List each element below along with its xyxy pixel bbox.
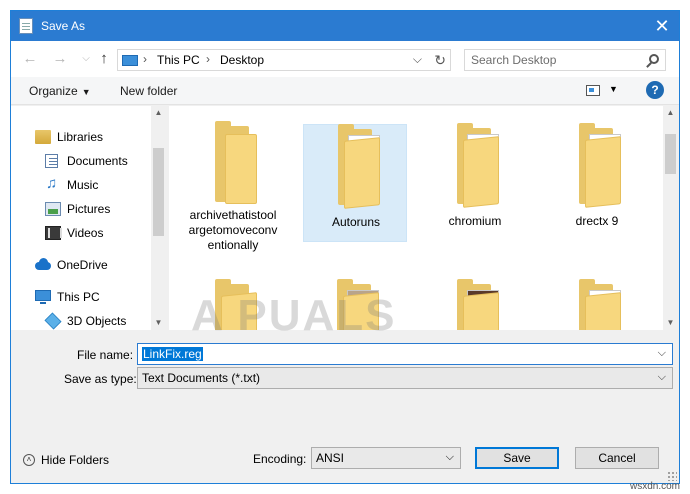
save-button[interactable]: Save <box>475 447 559 469</box>
up-button[interactable]: ↑ <box>95 50 113 68</box>
scroll-up-icon[interactable]: ▲ <box>151 106 166 120</box>
scroll-down-icon[interactable]: ▼ <box>151 316 166 330</box>
refresh-icon[interactable]: ↻ <box>434 52 446 69</box>
folder-item-selected[interactable]: Autoruns <box>303 124 407 242</box>
encoding-value: ANSI <box>316 451 345 465</box>
organize-label: Organize <box>29 84 78 98</box>
file-list-scrollbar[interactable]: ▲ ▼ <box>663 106 678 330</box>
scrollbar-thumb[interactable] <box>665 134 676 174</box>
change-view-icon[interactable] <box>586 85 600 96</box>
onedrive-icon <box>35 258 51 272</box>
file-name-label: File name: <box>77 348 134 362</box>
back-button[interactable]: ← <box>21 50 39 68</box>
scroll-up-icon[interactable]: ▲ <box>663 106 678 120</box>
folder-label: chromium <box>448 214 502 228</box>
folder-icon[interactable] <box>579 279 629 330</box>
music-icon <box>45 174 61 194</box>
watermark-logo: A PUALS <box>191 291 397 340</box>
folder-icon <box>457 123 507 208</box>
3d-objects-icon <box>44 312 62 330</box>
resize-grip-icon[interactable] <box>667 471 677 481</box>
folder-item[interactable]: chromium <box>423 123 527 242</box>
site-credit: wsxdn.com <box>629 481 680 492</box>
breadcrumb-this-pc[interactable]: This PC <box>157 53 200 67</box>
folder-label: Autoruns <box>331 215 381 229</box>
save-type-label: Save as type: <box>64 372 137 386</box>
forward-button[interactable]: → <box>51 50 69 68</box>
encoding-label: Encoding: <box>253 452 307 466</box>
folder-icon <box>338 124 388 209</box>
navigation-bar: ← → ⌵ ↑ › This PC › Desktop ⌵ ↻ <box>11 41 679 77</box>
navigation-pane: Libraries Documents Music Pictures Video… <box>11 106 166 330</box>
window-title: Save As <box>41 19 86 33</box>
search-icon[interactable] <box>649 54 659 64</box>
folder-label: drectx 9 <box>575 214 619 228</box>
folder-item[interactable]: drectx 9 <box>545 123 649 242</box>
file-name-input[interactable]: LinkFix.reg ⌵ <box>137 343 673 365</box>
file-name-value: LinkFix.reg <box>142 347 203 361</box>
breadcrumb-separator[interactable]: › <box>143 52 147 66</box>
navigation-pane-scrollbar[interactable]: ▲ ▼ <box>151 106 166 330</box>
folder-item[interactable]: archivethatistool argetomoveconv entiona… <box>181 112 285 252</box>
breadcrumb-separator[interactable]: › <box>206 52 210 66</box>
file-name-dropdown-icon[interactable]: ⌵ <box>658 347 666 360</box>
library-icon <box>35 130 51 144</box>
close-button[interactable]: ✕ <box>651 15 673 37</box>
dialog-footer: ˄ Hide Folders Encoding: ANSI ⌵ Save Can… <box>11 437 679 483</box>
notepad-icon <box>19 18 33 34</box>
new-folder-button[interactable]: New folder <box>120 84 177 98</box>
save-type-value: Text Documents (*.txt) <box>142 371 261 385</box>
view-options-caret-icon[interactable]: ▼ <box>609 84 618 94</box>
pictures-icon <box>45 202 61 216</box>
cancel-button[interactable]: Cancel <box>575 447 659 469</box>
breadcrumb-desktop[interactable]: Desktop <box>220 53 264 67</box>
folder-icon[interactable] <box>457 279 507 330</box>
folder-label: archivethatistool argetomoveconv entiona… <box>188 208 278 252</box>
file-name-row: File name: LinkFix.reg ⌵ <box>11 343 679 367</box>
encoding-select[interactable]: ANSI ⌵ <box>311 447 461 469</box>
hide-folders-label: Hide Folders <box>41 453 110 467</box>
organize-caret-icon: ▼ <box>81 87 91 97</box>
scrollbar-thumb[interactable] <box>153 148 164 236</box>
chevron-up-icon: ˄ <box>23 454 35 466</box>
title-bar: Save As ✕ <box>11 11 679 41</box>
save-as-dialog: Save As ✕ ← → ⌵ ↑ › This PC › Desktop ⌵ … <box>10 10 680 484</box>
address-bar[interactable]: › This PC › Desktop ⌵ ↻ <box>117 49 451 71</box>
command-toolbar: Organize ▼ New folder ▼ ? <box>11 77 679 105</box>
recent-locations-caret[interactable]: ⌵ <box>77 50 95 68</box>
save-type-row: Save as type: Text Documents (*.txt) ⌵ <box>11 367 679 391</box>
scroll-down-icon[interactable]: ▼ <box>663 316 678 330</box>
organize-button[interactable]: Organize ▼ <box>29 84 91 98</box>
encoding-dropdown-icon[interactable]: ⌵ <box>446 451 454 464</box>
save-type-select[interactable]: Text Documents (*.txt) ⌵ <box>137 367 673 389</box>
folder-icon <box>215 121 265 204</box>
help-icon[interactable]: ? <box>646 81 664 99</box>
this-pc-icon <box>122 55 138 66</box>
videos-icon <box>45 226 62 240</box>
folder-icon <box>579 123 629 208</box>
save-type-dropdown-icon[interactable]: ⌵ <box>658 371 666 384</box>
this-pc-icon <box>35 290 51 304</box>
search-input[interactable] <box>471 53 641 67</box>
address-dropdown-icon[interactable]: ⌵ <box>413 52 422 67</box>
documents-icon <box>45 154 58 168</box>
search-box[interactable] <box>464 49 666 71</box>
